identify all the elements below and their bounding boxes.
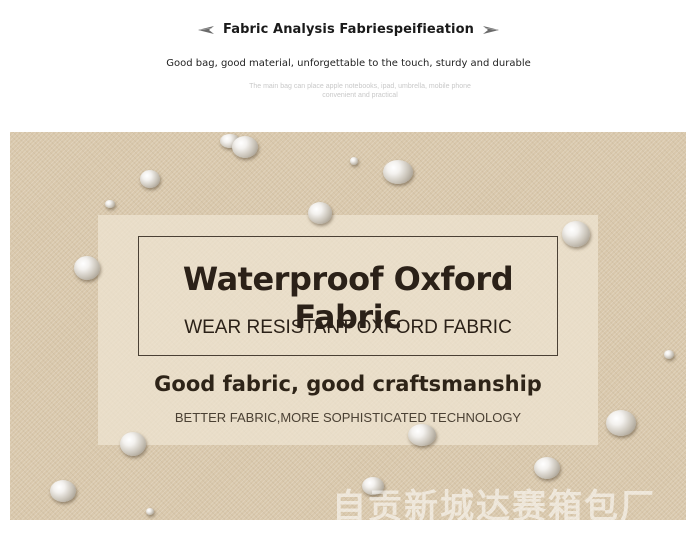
water-droplet [562, 221, 590, 247]
water-droplet [120, 432, 146, 456]
fabric-banner: Waterproof Oxford Fabric WEAR RESISTANT … [10, 132, 686, 520]
tagline-subtext: BETTER FABRIC,MORE SOPHISTICATED TECHNOL… [174, 410, 522, 425]
water-droplet [308, 202, 332, 224]
water-droplet [74, 256, 100, 280]
main-subtitle: WEAR RESISTANT OXFORD FABRIC [184, 317, 512, 338]
water-droplet [140, 170, 160, 188]
water-droplet [664, 350, 674, 359]
water-droplet [232, 136, 258, 158]
water-droplet [105, 200, 115, 208]
faint-note-line-1: The main bag can place apple notebooks, … [249, 83, 471, 90]
feather-left-icon [198, 25, 215, 34]
watermark: 自贡新城达赛箱包厂 [332, 487, 656, 520]
title-row: Fabric Analysis Fabriespeifieation [0, 22, 697, 37]
tagline: Good fabric, good craftsmanship [154, 372, 542, 396]
water-droplet [50, 480, 76, 502]
water-droplet [606, 410, 636, 436]
section-title: Fabric Analysis Fabriespeifieation [223, 22, 474, 37]
faint-note-line-2: convenient and practical [322, 92, 398, 99]
faint-note: The main bag can place apple notebooks, … [240, 82, 480, 100]
feather-right-icon [482, 25, 499, 34]
water-droplet [383, 160, 413, 184]
water-droplet [146, 508, 154, 515]
header: Fabric Analysis Fabriespeifieation Good … [0, 0, 697, 130]
water-droplet [408, 424, 436, 446]
water-droplet [350, 157, 358, 165]
water-droplet [534, 457, 560, 479]
section-subtitle: Good bag, good material, unforgettable t… [166, 58, 531, 69]
